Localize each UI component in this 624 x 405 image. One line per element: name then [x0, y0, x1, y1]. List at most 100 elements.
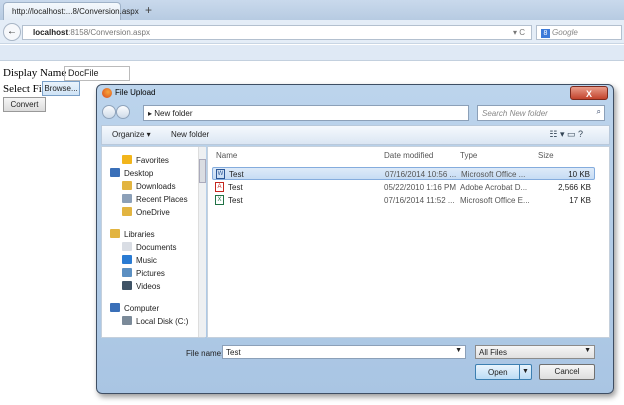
close-button[interactable]: X — [570, 86, 608, 100]
folder-icon — [110, 229, 120, 238]
organize-button[interactable]: Organize ▾ — [112, 130, 151, 139]
nav-item-onedrive[interactable]: OneDrive — [122, 207, 170, 217]
nav-item-music[interactable]: Music — [122, 255, 157, 265]
url-host: localhost — [33, 28, 69, 37]
dialog-address-bar[interactable]: ▸ New folder — [143, 105, 469, 121]
nav-item-libraries[interactable]: Libraries — [110, 229, 155, 239]
dialog-nav-buttons — [102, 105, 132, 121]
file-type-value: All Files — [479, 348, 508, 357]
folder-icon — [122, 207, 132, 216]
file-type-icon: X — [215, 195, 224, 205]
nav-item-recent-places[interactable]: Recent Places — [122, 194, 188, 204]
url-path: :8158/Conversion.aspx — [68, 28, 150, 37]
folder-icon — [122, 268, 132, 277]
file-name-label: File name: — [186, 349, 224, 358]
file-size: 2,566 KB — [558, 182, 591, 192]
nav-item-desktop[interactable]: Desktop — [110, 168, 153, 178]
nav-item-local-disk-c[interactable]: Local Disk (C:) — [122, 316, 188, 326]
dialog-toolbar: Organize ▾ New folder ☷ ▾ ▭ ? — [101, 125, 610, 145]
dialog-search-placeholder: Search New folder — [482, 109, 548, 118]
nav-item-label: Computer — [124, 304, 160, 313]
folder-icon — [122, 281, 132, 290]
folder-icon — [122, 181, 132, 190]
file-name: Test — [228, 182, 243, 192]
folder-icon — [110, 168, 120, 177]
file-type: Microsoft Office ... — [461, 170, 526, 179]
browser-tab[interactable]: http://localhost:...8/Conversion.aspx — [3, 2, 139, 20]
folder-icon — [122, 316, 132, 325]
column-name[interactable]: Name — [216, 151, 237, 160]
file-date: 07/16/2014 10:56 ... — [385, 170, 457, 179]
nav-scrollbar[interactable] — [198, 147, 206, 337]
view-options-icons[interactable]: ☷ ▾ ▭ ? — [549, 129, 583, 140]
file-name: Test — [229, 170, 244, 179]
dialog-title: File Upload — [115, 88, 156, 97]
open-label: Open — [488, 368, 508, 377]
firefox-icon — [102, 88, 112, 98]
file-list: Name Date modified Type Size W Test 07/16/… — [207, 146, 610, 338]
file-upload-dialog: File Upload X ▸ New folder Search New fo… — [96, 84, 614, 394]
nav-item-downloads[interactable]: Downloads — [122, 181, 176, 191]
nav-item-label: Music — [136, 256, 157, 265]
search-input[interactable]: 8 Google — [536, 25, 622, 40]
nav-item-label: Pictures — [136, 269, 165, 278]
navigation-bar: ← localhost:8158/Conversion.aspx ▾ C 8 Go… — [0, 20, 624, 44]
convert-button[interactable]: Convert — [3, 97, 46, 112]
nav-item-label: Videos — [136, 282, 161, 291]
file-size: 10 KB — [568, 170, 590, 179]
file-row[interactable]: W Test 07/16/2014 10:56 ... Microsoft Offic… — [212, 167, 595, 180]
file-type: Microsoft Office E... — [460, 196, 530, 205]
folder-icon — [122, 194, 132, 203]
folder-icon — [110, 303, 120, 312]
google-icon: 8 — [541, 29, 550, 38]
file-name-value: Test — [226, 348, 241, 357]
back-button[interactable]: ← — [3, 23, 21, 41]
nav-item-label: Documents — [136, 243, 177, 252]
file-name-input[interactable]: Test ▼ — [222, 345, 466, 359]
nav-item-favorites[interactable]: Favorites — [122, 155, 169, 165]
dialog-search-input[interactable]: Search New folder ⌕ — [477, 105, 605, 121]
chevron-down-icon: ▼ — [584, 347, 591, 354]
nav-item-documents[interactable]: Documents — [122, 242, 176, 252]
folder-icon — [122, 155, 132, 164]
reload-icon[interactable]: ▾ C — [513, 28, 525, 37]
nav-item-pictures[interactable]: Pictures — [122, 268, 165, 278]
new-folder-button[interactable]: New folder — [171, 130, 209, 139]
forward-icon[interactable] — [116, 105, 130, 119]
file-date: 05/22/2010 1:16 PM — [384, 182, 457, 192]
display-name-label: Display Name — [3, 67, 67, 79]
chevron-down-icon[interactable]: ▼ — [455, 347, 462, 354]
nav-item-videos[interactable]: Videos — [122, 281, 160, 291]
cancel-button[interactable]: Cancel — [539, 364, 595, 380]
file-date: 07/16/2014 11:52 ... — [384, 196, 455, 205]
nav-item-label: Downloads — [136, 182, 176, 191]
nav-item-label: Favorites — [136, 156, 169, 165]
back-icon[interactable] — [102, 105, 116, 119]
display-name-input[interactable]: DocFile — [64, 66, 130, 81]
nav-item-label: Desktop — [124, 169, 154, 178]
url-bar[interactable]: localhost:8158/Conversion.aspx ▾ C — [22, 25, 532, 40]
nav-item-label: Libraries — [124, 230, 155, 239]
open-dropdown-icon[interactable]: ▼ — [519, 365, 531, 379]
column-type[interactable]: Type — [460, 151, 477, 160]
folder-icon — [122, 242, 132, 251]
new-tab-button[interactable]: + — [145, 3, 152, 17]
file-row[interactable]: A Test 05/22/2010 1:16 PM Adobe Acrobat D..… — [212, 181, 595, 194]
column-size[interactable]: Size — [538, 151, 554, 160]
nav-item-label: Recent Places — [136, 195, 188, 204]
nav-item-label: OneDrive — [136, 208, 170, 217]
file-row[interactable]: X Test 07/16/2014 11:52 ... Microsoft Offic… — [212, 194, 595, 207]
column-date[interactable]: Date modified — [384, 151, 433, 160]
tab-bar: http://localhost:...8/Conversion.aspx + — [0, 0, 624, 20]
file-type-select[interactable]: All Files ▼ — [475, 345, 595, 359]
nav-item-computer[interactable]: Computer — [110, 303, 159, 313]
scrollbar-thumb[interactable] — [199, 159, 206, 183]
browse-button[interactable]: Browse... — [42, 81, 80, 96]
nav-item-label: Local Disk (C:) — [136, 317, 189, 326]
navigation-pane: Favorites Desktop Downloads Recent Places On… — [101, 146, 206, 338]
file-size: 17 KB — [569, 196, 591, 205]
open-button[interactable]: Open ▼ — [475, 364, 532, 380]
bookmarks-bar — [0, 45, 624, 61]
file-type-icon: A — [215, 181, 224, 192]
search-icon: ⌕ — [596, 107, 601, 116]
